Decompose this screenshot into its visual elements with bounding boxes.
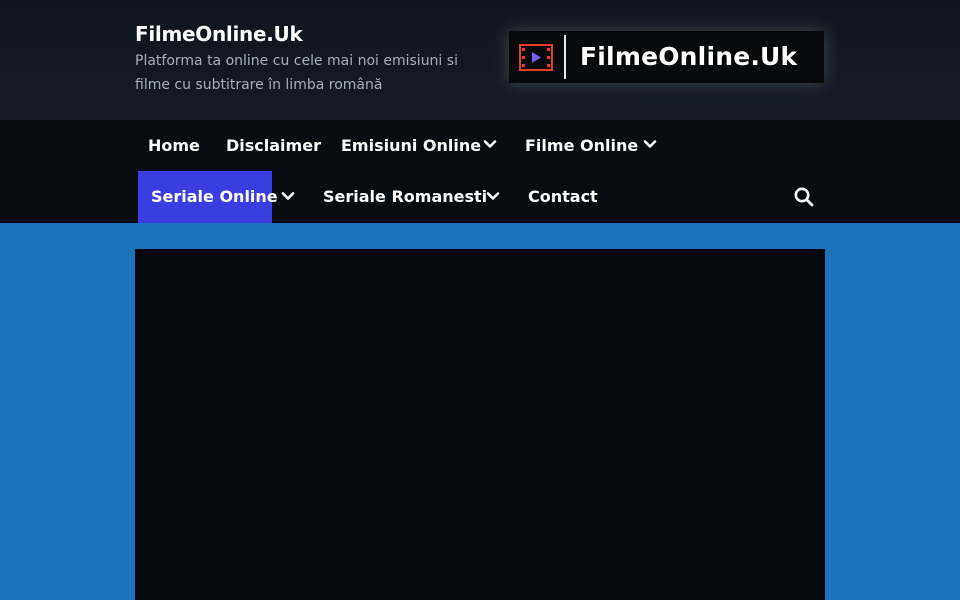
chevron-down-icon[interactable]: [480, 134, 500, 154]
nav-item-emisiuni-online[interactable]: Emisiuni Online: [328, 120, 494, 172]
search-icon[interactable]: [793, 186, 815, 208]
chevron-down-icon[interactable]: [483, 186, 503, 206]
main-navigation: Home Disclaimer Emisiuni Online Filme On…: [0, 120, 960, 223]
nav-item-seriale-online[interactable]: Seriale Online: [138, 171, 278, 223]
chevron-down-icon[interactable]: [278, 186, 298, 206]
nav-item-home[interactable]: Home: [135, 120, 213, 172]
site-title[interactable]: FilmeOnline.Uk: [135, 22, 303, 46]
nav-item-disclaimer[interactable]: Disclaimer: [213, 120, 334, 172]
site-tagline: Platforma ta online cu cele mai noi emis…: [135, 53, 458, 93]
nav-item-filme-online[interactable]: Filme Online: [512, 120, 651, 172]
logo-divider: [564, 35, 566, 79]
chevron-down-icon[interactable]: [640, 134, 660, 154]
main-content-area: [135, 249, 825, 600]
site-header: FilmeOnline.Uk Platforma ta online cu ce…: [0, 0, 960, 120]
film-play-icon: [519, 44, 553, 71]
nav-item-contact[interactable]: Contact: [515, 171, 611, 223]
site-logo[interactable]: FilmeOnline.Uk: [509, 31, 824, 83]
nav-item-seriale-romanesti[interactable]: Seriale Romanesti: [310, 171, 500, 223]
logo-text: FilmeOnline.Uk: [580, 42, 798, 71]
